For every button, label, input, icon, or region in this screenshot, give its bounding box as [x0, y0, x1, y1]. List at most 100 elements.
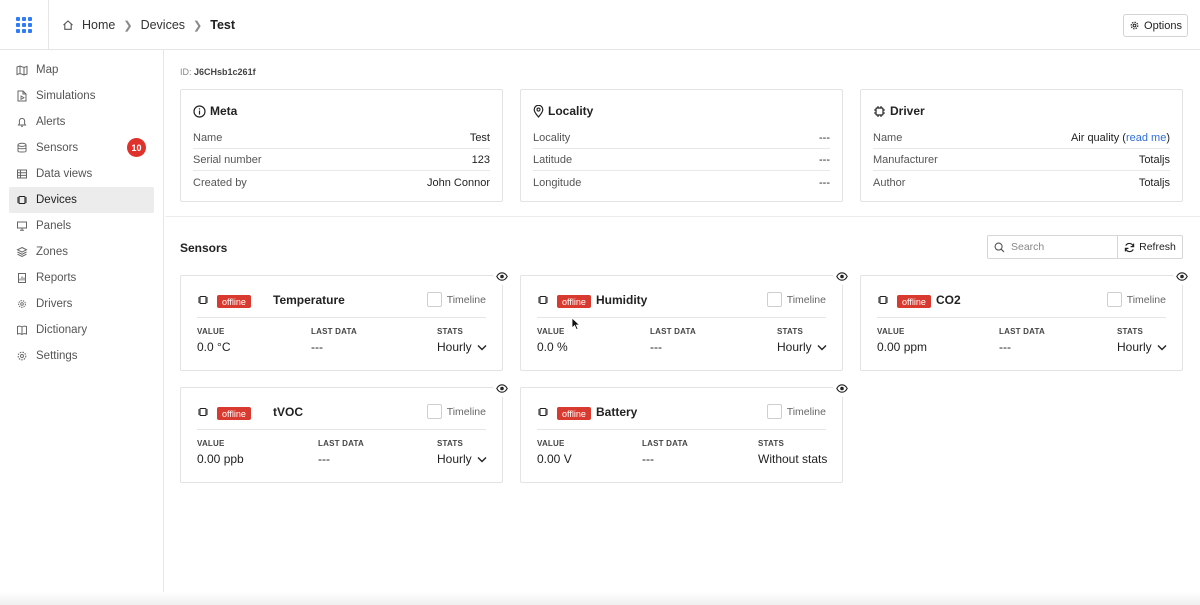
- status-badge: offline: [557, 407, 591, 420]
- last-data-header: LAST DATA: [999, 327, 1045, 336]
- timeline-label: Timeline: [446, 293, 486, 306]
- driver-value: Air quality (read me): [1071, 132, 1170, 144]
- sidebar-item-devices[interactable]: Devices: [9, 187, 154, 213]
- sensor-value: 0.0 °C: [197, 340, 231, 354]
- value-column: VALUE 0.00 ppb: [197, 439, 244, 466]
- value-column: VALUE 0.0 %: [537, 327, 568, 354]
- timeline-label: Timeline: [1126, 293, 1166, 306]
- paren-close: ): [1166, 131, 1170, 144]
- timeline-checkbox[interactable]: [426, 292, 442, 307]
- sidebar-item-label: Devices: [36, 194, 77, 206]
- locality-row-longitude: Longitude ---: [533, 172, 830, 194]
- sidebar-item-alerts[interactable]: Alerts: [9, 109, 154, 135]
- stats-dropdown[interactable]: Hourly: [437, 340, 487, 354]
- chip-icon: [874, 105, 885, 117]
- sidebar-item-label: Alerts: [36, 116, 66, 128]
- sidebar-nav: Map Simulations Alerts Sensors 10 Data views D…: [0, 50, 163, 369]
- sidebar-item-simulations[interactable]: Simulations: [9, 83, 154, 109]
- driver-card: Driver Name Air quality (read me) Manufa…: [860, 89, 1183, 202]
- book-icon: [17, 325, 27, 336]
- eye-icon[interactable]: [833, 268, 850, 285]
- stats-dropdown[interactable]: Hourly: [777, 340, 827, 354]
- sensor-card: offline Temperature Timeline VALUE 0.0 °…: [180, 268, 510, 371]
- sensor-name: tVOC: [273, 405, 303, 419]
- timeline-toggle[interactable]: Timeline: [426, 292, 486, 307]
- timeline-toggle[interactable]: Timeline: [1106, 292, 1166, 307]
- refresh-button[interactable]: Refresh: [1117, 235, 1183, 259]
- meta-label: Name: [193, 131, 223, 144]
- stats-value: Without stats: [758, 452, 827, 466]
- locality-value: ---: [819, 177, 830, 189]
- driver-name-value: Air quality: [1070, 131, 1120, 144]
- sidebar-item-reports[interactable]: Reports: [9, 265, 154, 291]
- last-data-header: LAST DATA: [650, 327, 696, 336]
- stats-dropdown[interactable]: Hourly: [1117, 340, 1167, 354]
- sidebar-item-label: Dictionary: [36, 324, 88, 336]
- locality-header: Locality: [533, 104, 593, 118]
- card-divider: [197, 429, 486, 430]
- meta-header: Meta: [193, 104, 237, 118]
- chevron-down-icon: [477, 344, 487, 350]
- sidebar-item-dictionary[interactable]: Dictionary: [9, 317, 154, 343]
- sidebar-item-settings[interactable]: Settings: [9, 343, 154, 369]
- driver-label: Name: [873, 131, 903, 144]
- bell-icon: [17, 117, 27, 127]
- stats-label: Hourly: [437, 452, 472, 466]
- last-data-value: ---: [318, 452, 330, 466]
- device-id-value: J6CHsb1c261f: [194, 67, 256, 77]
- timeline-toggle[interactable]: Timeline: [766, 292, 826, 307]
- sidebar-item-data-views[interactable]: Data views: [9, 161, 154, 187]
- stats-column: STATS Hourly: [437, 439, 487, 466]
- eye-icon[interactable]: [833, 380, 850, 397]
- locality-label: Longitude: [533, 177, 582, 189]
- options-button[interactable]: Options: [1123, 14, 1188, 37]
- sidebar-item-map[interactable]: Map: [9, 57, 154, 83]
- chevron-right-icon: ❯: [193, 19, 203, 32]
- stats-label: Hourly: [437, 340, 472, 354]
- timeline-label: Timeline: [786, 293, 826, 306]
- timeline-checkbox[interactable]: [766, 404, 782, 419]
- meta-row-serial: Serial number 123: [193, 149, 490, 171]
- sensor-search-input[interactable]: Search: [987, 235, 1118, 259]
- last-data-header: LAST DATA: [311, 327, 357, 336]
- driver-header: Driver: [873, 104, 925, 118]
- locality-row-latitude: Latitude ---: [533, 149, 830, 171]
- eye-icon[interactable]: [493, 268, 510, 285]
- eye-icon[interactable]: [1173, 268, 1190, 285]
- sensor-value: 0.00 ppb: [197, 452, 244, 466]
- driver-row-manufacturer: Manufacturer Totaljs: [873, 149, 1170, 171]
- breadcrumb-home[interactable]: Home: [82, 18, 115, 32]
- chevron-down-icon: [1157, 344, 1167, 350]
- timeline-checkbox[interactable]: [1106, 292, 1122, 307]
- breadcrumb-devices[interactable]: Devices: [141, 18, 185, 32]
- options-label: Options: [1144, 19, 1182, 32]
- eye-icon[interactable]: [493, 380, 510, 397]
- bottom-edge: [0, 592, 1200, 605]
- section-divider: [165, 216, 1200, 217]
- timeline-toggle[interactable]: Timeline: [426, 404, 486, 419]
- sidebar-item-zones[interactable]: Zones: [9, 239, 154, 265]
- driver-value: Totaljs: [1138, 153, 1170, 166]
- app-grid-button[interactable]: [0, 0, 49, 50]
- status-badge: offline: [217, 295, 251, 308]
- sensor-value: 0.0 %: [537, 340, 568, 354]
- read-me-link[interactable]: read me: [1126, 132, 1166, 144]
- locality-card: Locality Locality --- Latitude --- Longi…: [520, 89, 843, 202]
- timeline-label: Timeline: [446, 405, 486, 418]
- mouse-cursor-icon: [571, 317, 581, 331]
- breadcrumb: Home ❯ Devices ❯ Test: [62, 0, 235, 50]
- sidebar-item-sensors[interactable]: Sensors 10: [9, 135, 154, 161]
- refresh-icon: [1124, 242, 1135, 252]
- app-grid-icon: [16, 17, 32, 33]
- meta-card: Meta Name Test Serial number 123 Created…: [180, 89, 503, 202]
- sidebar-item-drivers[interactable]: Drivers: [9, 291, 154, 317]
- map-pin-icon: [533, 104, 544, 118]
- sidebar-item-label: Reports: [36, 272, 77, 284]
- sidebar-item-panels[interactable]: Panels: [9, 213, 154, 239]
- timeline-toggle[interactable]: Timeline: [766, 404, 826, 419]
- sensor-value: 0.00 ppm: [877, 340, 928, 354]
- stats-dropdown[interactable]: Hourly: [437, 452, 487, 466]
- sensor-value: 0.00 V: [537, 452, 572, 466]
- timeline-checkbox[interactable]: [766, 292, 782, 307]
- timeline-checkbox[interactable]: [426, 404, 442, 419]
